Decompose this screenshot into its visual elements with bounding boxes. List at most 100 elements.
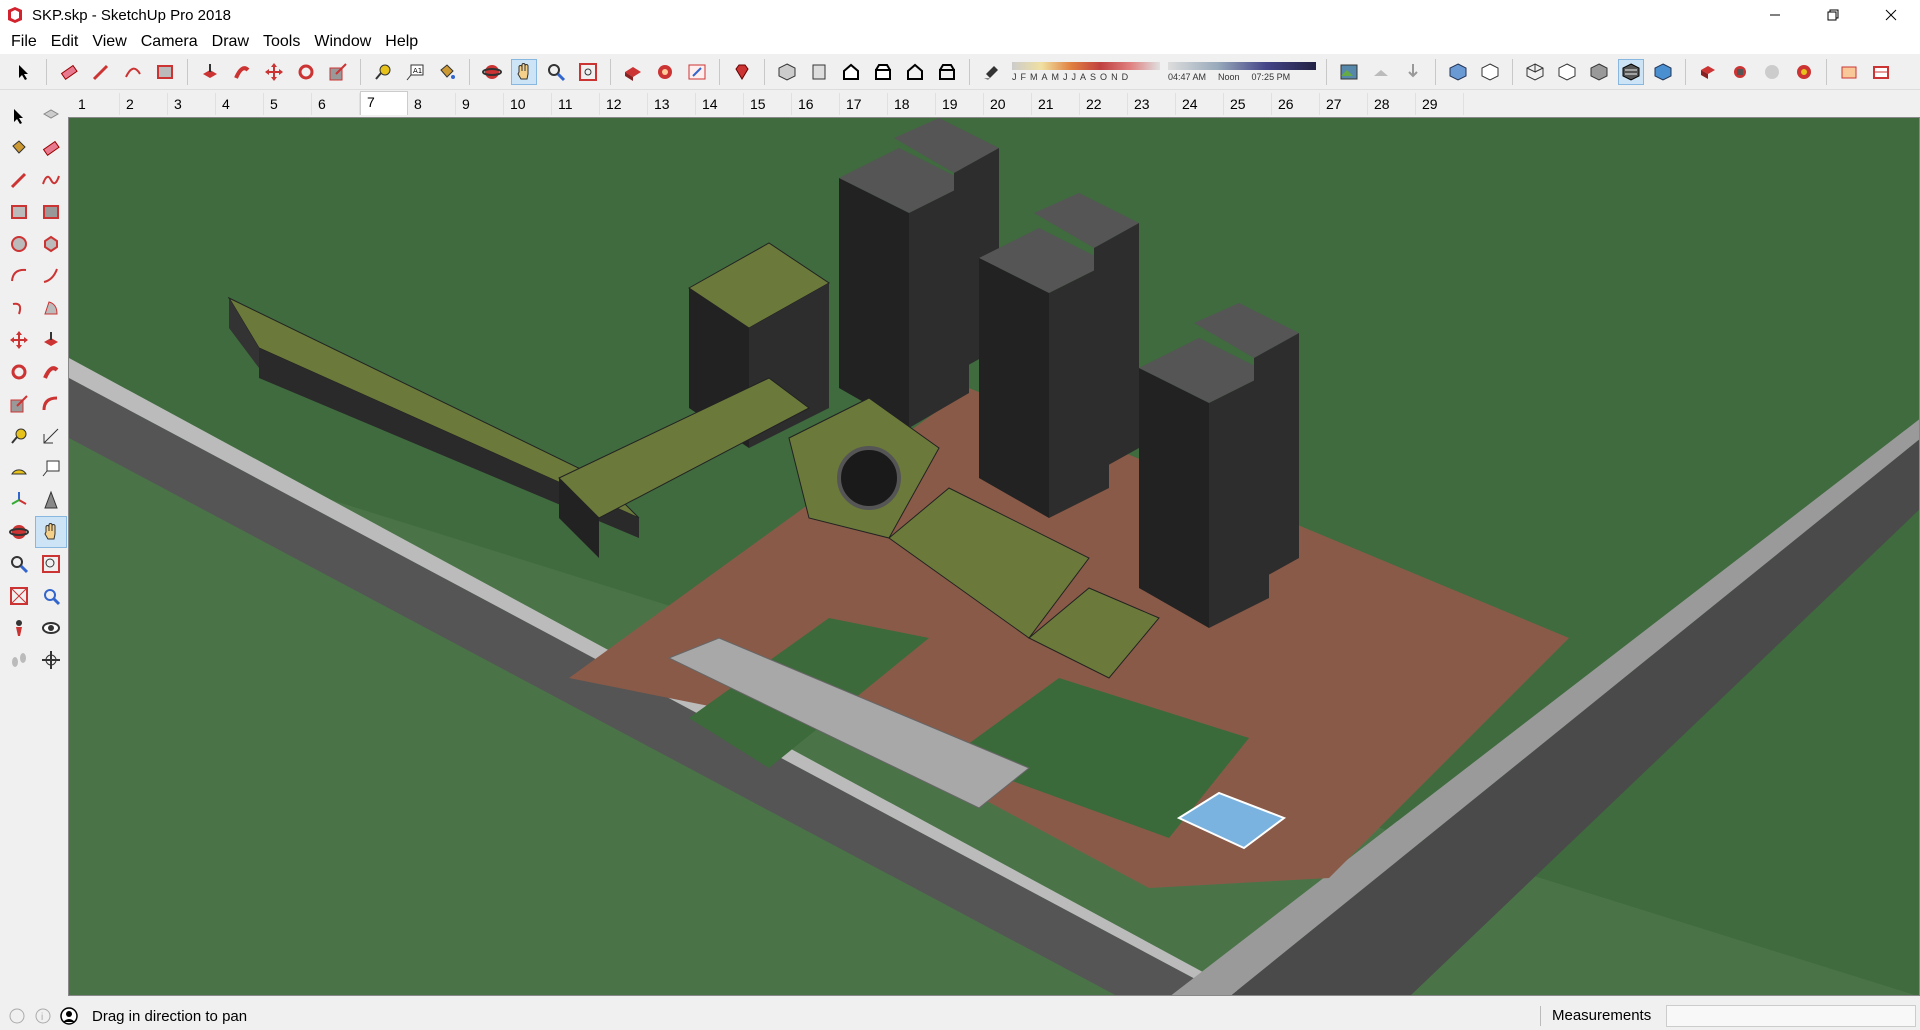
time-slider[interactable] [1168, 61, 1316, 70]
paint-bucket-tool-button[interactable] [434, 59, 460, 85]
menu-draw[interactable]: Draw [205, 33, 256, 51]
text-tool-button[interactable]: A1 [402, 59, 428, 85]
layout-send-button[interactable] [684, 59, 710, 85]
eraser-tool-button[interactable] [56, 59, 82, 85]
scene-tab-4[interactable]: 4 [216, 93, 264, 115]
scene-tab-20[interactable]: 20 [984, 93, 1032, 115]
palette-tape-measure-button[interactable] [3, 420, 35, 452]
palette-line-button[interactable] [3, 164, 35, 196]
menu-file[interactable]: File [4, 33, 44, 51]
palette-circle-button[interactable] [3, 228, 35, 260]
scene-tab-12[interactable]: 12 [600, 93, 648, 115]
palette-3d-text-button[interactable] [35, 484, 67, 516]
right-view-button[interactable] [870, 59, 896, 85]
scene-tab-2[interactable]: 2 [120, 93, 168, 115]
push-pull-tool-button[interactable] [197, 59, 223, 85]
scale-tool-button[interactable] [325, 59, 351, 85]
palette-text-button[interactable] [35, 452, 67, 484]
menu-view[interactable]: View [85, 33, 133, 51]
scene-tab-29[interactable]: 29 [1416, 93, 1464, 115]
close-button[interactable] [1862, 0, 1920, 30]
section-plane-button[interactable] [1836, 59, 1862, 85]
palette-orbit-button[interactable] [3, 516, 35, 548]
palette-rotate-button[interactable] [3, 356, 35, 388]
shadow-settings-widget[interactable]: J F M A M J J A S O N D [1012, 61, 1160, 82]
palette-paint-bucket-button[interactable] [3, 132, 35, 164]
scene-tab-16[interactable]: 16 [792, 93, 840, 115]
pan-tool-button[interactable] [511, 58, 537, 85]
palette-rectangle-button[interactable] [3, 196, 35, 228]
palette-arc-button[interactable] [3, 260, 35, 292]
palette-follow-me-button[interactable] [35, 356, 67, 388]
palette-move-button[interactable] [3, 324, 35, 356]
menu-help[interactable]: Help [378, 33, 425, 51]
menu-tools[interactable]: Tools [256, 33, 307, 51]
palette-offset-button[interactable] [35, 388, 67, 420]
palette-zoom-button[interactable] [3, 548, 35, 580]
photo-texture-button[interactable] [1336, 59, 1362, 85]
palette-dimension-button[interactable] [35, 420, 67, 452]
hidden-line-style-button[interactable] [1554, 59, 1580, 85]
palette-eraser-button[interactable] [35, 132, 67, 164]
zoom-tool-button[interactable] [543, 59, 569, 85]
monochrome-style-button[interactable] [1650, 59, 1676, 85]
scene-tab-28[interactable]: 28 [1368, 93, 1416, 115]
scene-tab-6[interactable]: 6 [312, 93, 360, 115]
materials-browser-button[interactable] [1791, 59, 1817, 85]
iso-view-button[interactable] [774, 59, 800, 85]
add-location-button[interactable] [1368, 59, 1394, 85]
orbit-tool-button[interactable] [479, 59, 505, 85]
minimize-button[interactable] [1746, 0, 1804, 30]
palette-section-plane-button[interactable] [35, 644, 67, 676]
scene-tab-19[interactable]: 19 [936, 93, 984, 115]
palette-polygon-button[interactable] [35, 228, 67, 260]
back-view-button[interactable] [902, 59, 928, 85]
palette-scale-button[interactable] [3, 388, 35, 420]
palette-zoom-window-button[interactable] [35, 548, 67, 580]
scene-tab-24[interactable]: 24 [1176, 93, 1224, 115]
shaded-textures-style-button[interactable] [1618, 58, 1644, 85]
scene-tab-3[interactable]: 3 [168, 93, 216, 115]
credits-icon[interactable]: i [34, 1007, 52, 1025]
left-view-button[interactable] [934, 59, 960, 85]
section-cuts-button[interactable] [1868, 59, 1894, 85]
palette-pan-button[interactable] [35, 516, 67, 548]
tape-measure-tool-button[interactable] [370, 59, 396, 85]
palette-pie-button[interactable] [35, 292, 67, 324]
palette-two-point-arc-button[interactable] [35, 260, 67, 292]
top-view-button[interactable] [806, 59, 832, 85]
move-tool-button[interactable] [261, 59, 287, 85]
select-tool-button[interactable] [11, 59, 37, 85]
scene-tab-13[interactable]: 13 [648, 93, 696, 115]
palette-select-button[interactable] [3, 100, 35, 132]
scene-tab-25[interactable]: 25 [1224, 93, 1272, 115]
toggle-terrain-button[interactable] [1400, 59, 1426, 85]
shaded-style-button[interactable] [1586, 59, 1612, 85]
palette-make-component-button[interactable] [35, 100, 67, 132]
scene-tab-22[interactable]: 22 [1080, 93, 1128, 115]
line-tool-button[interactable] [88, 59, 114, 85]
restore-button[interactable] [1804, 0, 1862, 30]
wireframe-style-button[interactable] [1522, 59, 1548, 85]
scene-tab-9[interactable]: 9 [456, 93, 504, 115]
date-slider[interactable] [1012, 61, 1160, 70]
palette-three-point-arc-button[interactable] [3, 292, 35, 324]
palette-position-camera-button[interactable] [3, 612, 35, 644]
time-settings-widget[interactable]: 04:47 AM Noon 07:25 PM [1168, 61, 1316, 82]
scene-tab-1[interactable]: 1 [72, 93, 120, 115]
palette-look-around-button[interactable] [35, 612, 67, 644]
scene-tab-23[interactable]: 23 [1128, 93, 1176, 115]
shadows-toggle-button[interactable] [979, 59, 1005, 85]
measurements-input[interactable] [1666, 1005, 1916, 1027]
make-component-button[interactable] [1695, 59, 1721, 85]
follow-me-tool-button[interactable] [229, 59, 255, 85]
styles-browser-button[interactable] [1759, 59, 1785, 85]
geolocation-icon[interactable] [8, 1007, 26, 1025]
scene-tab-27[interactable]: 27 [1320, 93, 1368, 115]
arc-tool-button[interactable] [120, 59, 146, 85]
palette-rotated-rectangle-button[interactable] [35, 196, 67, 228]
palette-protractor-button[interactable] [3, 452, 35, 484]
back-edges-style-button[interactable] [1477, 59, 1503, 85]
palette-axes-button[interactable] [3, 484, 35, 516]
menu-camera[interactable]: Camera [134, 33, 205, 51]
